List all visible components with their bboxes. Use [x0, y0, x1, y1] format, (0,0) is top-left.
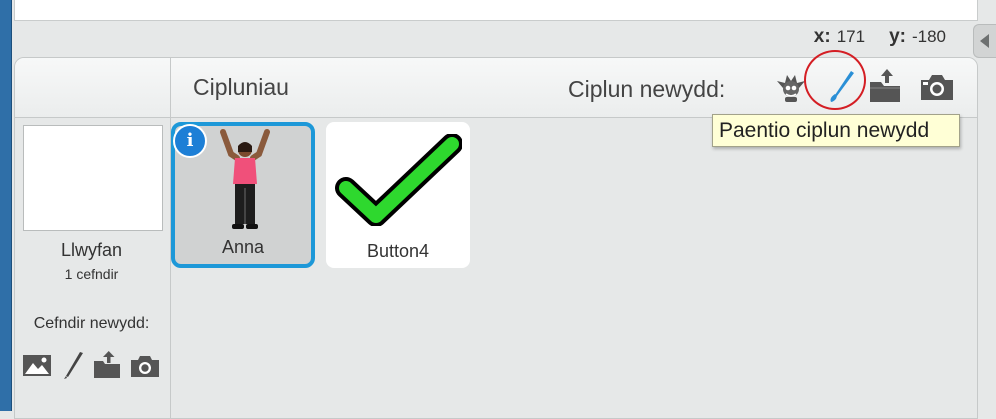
sprite-tile-button4[interactable]: Button4 [326, 122, 470, 268]
image-library-icon[interactable] [22, 350, 52, 380]
upload-icon[interactable] [867, 68, 903, 104]
new-backdrop-label: Cefndir newydd: [33, 315, 150, 332]
stage-thumbnail[interactable] [23, 125, 163, 231]
new-sprite-label: Ciplun newydd: [568, 76, 726, 102]
camera-icon[interactable] [919, 68, 955, 104]
anna-sprite-image [220, 129, 270, 229]
paint-new-sprite-tooltip: Paentio ciplun newydd [712, 114, 960, 147]
stage-area [14, 0, 978, 21]
stage-name: Llwyfan [60, 240, 123, 260]
camera-icon[interactable] [130, 350, 160, 380]
left-edge-strip [0, 0, 12, 411]
highlight-circle [804, 50, 866, 110]
backdrop-count: 1 cefndir [64, 266, 119, 282]
paint-pen-icon[interactable] [58, 350, 88, 380]
sprite-name: Button4 [366, 241, 430, 261]
x-value: 171 [836, 27, 866, 46]
upload-icon[interactable] [92, 350, 122, 380]
info-badge[interactable]: i [173, 124, 207, 158]
collapse-panel-button[interactable] [973, 24, 996, 58]
chevron-left-icon [980, 34, 989, 48]
mouse-coordinates: x: 171 y: -180 [814, 26, 946, 48]
y-label: y: [889, 26, 906, 47]
sprites-title: Cipluniau [193, 74, 289, 100]
y-value: -180 [911, 27, 946, 46]
checkmark-sprite-image [335, 134, 462, 226]
x-label: x: [813, 26, 831, 47]
sprite-tile-anna[interactable]: i Anna [171, 122, 315, 268]
sprite-name: Anna [221, 237, 265, 257]
